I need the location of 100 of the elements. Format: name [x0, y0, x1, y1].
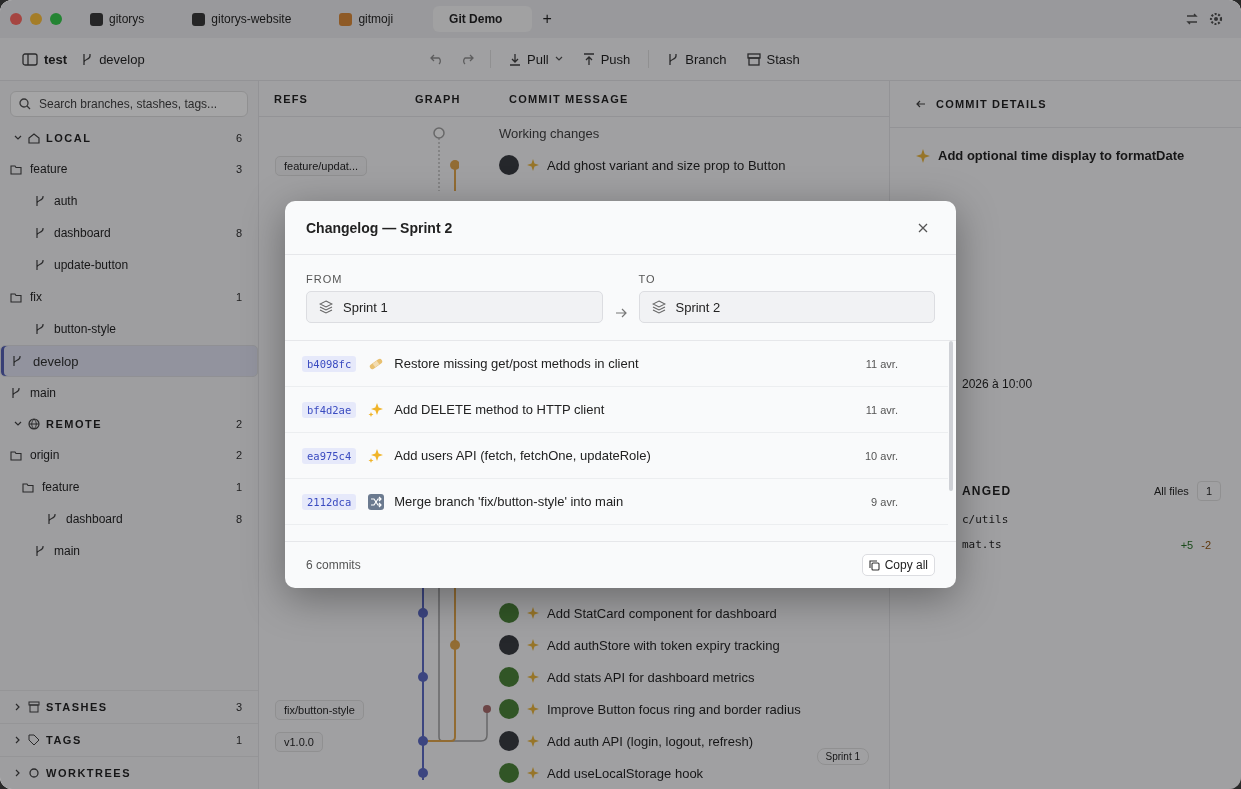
- circle-icon: [28, 767, 40, 779]
- commit-message[interactable]: Restore missing get/post methods in client: [394, 356, 856, 371]
- branch-icon: [34, 545, 46, 557]
- field-label: FROM: [306, 273, 344, 285]
- repository-button[interactable]: test: [20, 51, 70, 67]
- tab[interactable]: gitorys-website: [184, 6, 328, 32]
- commit-node: [418, 608, 428, 618]
- scrollbar[interactable]: [949, 341, 953, 491]
- tab[interactable]: Git Demo: [433, 6, 533, 32]
- folder-icon: [10, 163, 22, 175]
- toolbar-button[interactable]: Push: [580, 51, 633, 67]
- sparkles-icon: [368, 401, 385, 418]
- close-window-button[interactable]: [10, 13, 22, 25]
- copy-all-button[interactable]: Copy all: [861, 554, 935, 576]
- tag-label: Sprint 1: [816, 747, 869, 765]
- arrow-icon: [614, 308, 627, 318]
- from-select[interactable]: Sprint 1: [306, 291, 603, 323]
- commit-message[interactable]: Working changes: [499, 125, 600, 141]
- sparkle-icon: [527, 671, 539, 683]
- branch-selector[interactable]: develop: [79, 51, 147, 67]
- section-header[interactable]: WORKTREES: [0, 756, 258, 789]
- globe-icon: [28, 418, 40, 430]
- sparkle-icon: [916, 148, 930, 163]
- sparkle-icon: [527, 607, 539, 619]
- column-header: GRAPH: [414, 92, 462, 105]
- commit-message[interactable]: Add authStore with token expiry tracking: [547, 637, 869, 653]
- tab[interactable]: gitmoji: [331, 6, 430, 32]
- commit-date: 10 avr.: [864, 449, 898, 462]
- commit-node: [450, 160, 459, 170]
- copy-icon: [868, 559, 880, 571]
- deletions-count: -2: [1201, 538, 1211, 551]
- branch-icon: [667, 52, 680, 66]
- commit-message[interactable]: Improve Button focus ring and border radius: [547, 701, 869, 717]
- toolbar-button[interactable]: Pull: [507, 51, 565, 67]
- folder-item[interactable]: feature 1: [0, 471, 258, 503]
- folder-icon: [10, 291, 22, 303]
- commit-date: 9 avr.: [871, 495, 898, 508]
- section-header[interactable]: TAGS 1: [0, 723, 258, 756]
- section-title: ANGED: [962, 484, 1012, 498]
- commit-message[interactable]: Add stats API for dashboard metrics: [547, 669, 869, 685]
- sparkle-icon: [527, 767, 539, 779]
- redo-icon[interactable]: [460, 52, 474, 66]
- swap-icon[interactable]: [1185, 12, 1199, 26]
- caret-icon: [554, 56, 563, 62]
- shuffle-icon: [368, 493, 385, 510]
- commit-message[interactable]: Add users API (fetch, fetchOne, updateRole): [394, 448, 855, 463]
- file-name[interactable]: mat.ts: [962, 538, 1002, 551]
- commit-message[interactable]: Add StatCard component for dashboard: [547, 605, 869, 621]
- layers-icon: [651, 300, 666, 314]
- new-tab-button[interactable]: +: [536, 9, 558, 29]
- search-icon: [19, 98, 31, 110]
- ref-label: fix/button-style: [275, 700, 364, 720]
- tab[interactable]: gitorys: [82, 6, 181, 32]
- toolbar-button[interactable]: Stash: [744, 51, 802, 67]
- to-select[interactable]: Sprint 2: [638, 291, 935, 323]
- commit-message[interactable]: Add DELETE method to HTTP client: [394, 402, 856, 417]
- filter-button[interactable]: All files: [1154, 485, 1189, 497]
- commit-message[interactable]: Merge branch 'fix/button-style' into main: [394, 494, 862, 509]
- folder-item[interactable]: origin 2: [0, 439, 258, 471]
- toolbar-button[interactable]: Branch: [665, 51, 729, 67]
- section-header[interactable]: LOCAL 6: [0, 123, 258, 153]
- zoom-window-button[interactable]: [50, 13, 62, 25]
- folder-item[interactable]: fix 1: [0, 281, 258, 313]
- branch-icon: [11, 355, 23, 367]
- working-node: [433, 127, 445, 139]
- branch-item[interactable]: button-style: [0, 313, 258, 345]
- minimize-window-button[interactable]: [30, 13, 42, 25]
- close-icon[interactable]: [917, 221, 929, 234]
- branch-item[interactable]: auth: [0, 185, 258, 217]
- commit-hash: ea975c4: [302, 447, 357, 464]
- section-header[interactable]: STASHES 3: [0, 690, 258, 723]
- commit-date: 11 avr.: [865, 403, 898, 416]
- undo-icon[interactable]: [430, 52, 444, 66]
- commit-message[interactable]: Add ghost variant and size prop to Button: [547, 157, 869, 173]
- folder-item[interactable]: feature 3: [0, 153, 258, 185]
- branch-item[interactable]: update-button: [0, 249, 258, 281]
- branch-item[interactable]: dashboard 8: [0, 503, 258, 535]
- branch-item[interactable]: main: [0, 535, 258, 567]
- commit-date: 2026 à 10:00: [962, 377, 1033, 391]
- archive-icon: [746, 52, 761, 66]
- branch-icon: [10, 387, 22, 399]
- avatar-icon: [499, 635, 519, 655]
- commit-hash: 2112dca: [302, 493, 357, 510]
- avatar-icon: [499, 699, 519, 719]
- commit-message[interactable]: Add useLocalStorage hook: [547, 765, 869, 781]
- section-header[interactable]: REMOTE 2: [0, 409, 258, 439]
- tag-icon: [28, 734, 40, 746]
- search-field[interactable]: Search branches, stashes, tags...: [10, 91, 248, 117]
- settings-icon[interactable]: [1209, 12, 1223, 26]
- avatar-icon: [499, 603, 519, 623]
- dialog-title: Changelog — Sprint 2: [306, 219, 453, 236]
- file-count: 1: [1196, 481, 1221, 501]
- branch-item[interactable]: main: [0, 377, 258, 409]
- commit-date: 11 avr.: [865, 357, 898, 370]
- branch-item[interactable]: develop: [0, 345, 258, 377]
- column-header: REFS: [273, 92, 310, 105]
- branch-item[interactable]: dashboard 8: [0, 217, 258, 249]
- arrow-icon[interactable]: [916, 100, 926, 108]
- commit-message[interactable]: Add auth API (login, logout, refresh): [547, 733, 809, 749]
- commit-title: Add optional time display to formatDate: [938, 148, 1185, 163]
